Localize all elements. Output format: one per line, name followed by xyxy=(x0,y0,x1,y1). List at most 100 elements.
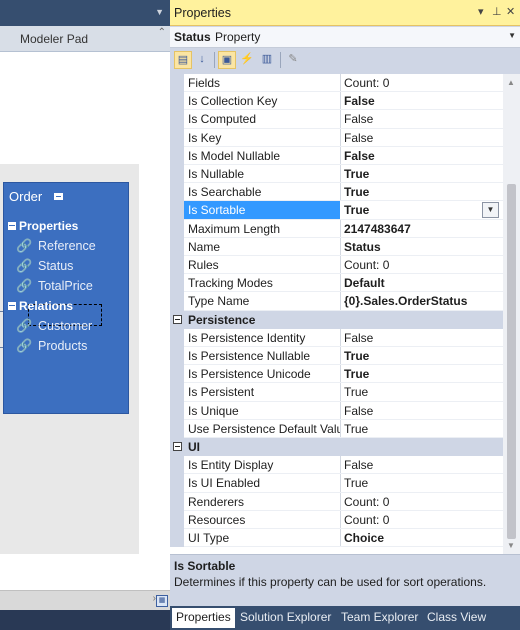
wrench-icon[interactable]: ✎ xyxy=(284,51,302,69)
events-icon[interactable]: ⚡ xyxy=(238,51,256,69)
property-row[interactable]: UI Type Choice xyxy=(170,529,503,548)
category-ui[interactable]: UI xyxy=(170,438,503,457)
property-row[interactable]: Is Nullable True xyxy=(170,165,503,184)
design-canvas[interactable]: Order Properties 🔗 Reference 🔗 Status 🔗 Tot… xyxy=(0,52,170,590)
entity-item-totalprice[interactable]: 🔗 TotalPrice xyxy=(16,278,93,293)
entity-item-products[interactable]: 🔗 Products xyxy=(16,338,87,353)
property-value[interactable]: Status xyxy=(344,240,381,254)
alphabetical-icon[interactable]: ↓ xyxy=(193,51,211,69)
entity-item-status[interactable]: 🔗 Status xyxy=(16,258,73,273)
tab-modeler-pad[interactable]: Modeler Pad xyxy=(20,32,88,46)
categorized-icon[interactable]: ▤ xyxy=(174,51,192,69)
property-name: Is Persistence Identity xyxy=(188,330,306,345)
property-row[interactable]: Is Entity Display False xyxy=(170,456,503,475)
property-value[interactable]: True xyxy=(344,476,368,490)
close-icon[interactable]: ✕ xyxy=(506,5,515,18)
item-label: TotalPrice xyxy=(38,279,93,293)
property-row[interactable]: Fields Count: 0 xyxy=(170,74,503,93)
property-row[interactable]: Rules Count: 0 xyxy=(170,256,503,275)
property-name: Name xyxy=(188,239,221,254)
property-row[interactable]: Is Persistence Identity False xyxy=(170,328,503,347)
property-name: Is Computed xyxy=(188,112,257,127)
property-row-selected[interactable]: Is Sortable True ▼ xyxy=(170,201,503,220)
scroll-down-icon[interactable]: ▼ xyxy=(507,541,515,550)
property-value[interactable]: Default xyxy=(344,276,385,290)
collapse-icon[interactable] xyxy=(54,193,63,200)
property-grid[interactable]: Fields Count: 0 Is Collection Key False Is… xyxy=(170,74,503,554)
window-menu-icon[interactable]: ▾ xyxy=(478,5,484,18)
scroll-up-icon[interactable]: ▲ xyxy=(507,78,515,87)
property-row[interactable]: Is Persistence Unicode True xyxy=(170,365,503,384)
property-value[interactable]: True xyxy=(344,385,368,399)
property-row[interactable]: Is Persistent True xyxy=(170,383,503,402)
property-value[interactable]: False xyxy=(344,149,375,163)
object-name: Status xyxy=(174,30,211,44)
vertical-scrollbar[interactable]: ▲ ▼ xyxy=(503,74,520,554)
property-value[interactable]: True xyxy=(344,422,368,436)
scroll-up-icon[interactable]: ⌃ xyxy=(158,27,166,38)
pin-icon[interactable]: ⊥ xyxy=(492,5,502,18)
property-row[interactable]: Use Persistence Default Value True xyxy=(170,419,503,438)
tab-properties[interactable]: Properties xyxy=(172,608,235,628)
entity-section-relations[interactable]: Relations xyxy=(8,299,73,313)
tab-team-explorer[interactable]: Team Explorer xyxy=(337,608,422,628)
property-value[interactable]: False xyxy=(344,404,373,418)
item-label: Customer xyxy=(38,319,93,333)
value-dropdown-button[interactable]: ▼ xyxy=(482,202,499,219)
property-value[interactable]: False xyxy=(344,112,373,126)
property-row[interactable]: Type Name {0}.Sales.OrderStatus xyxy=(170,292,503,311)
property-value[interactable]: Count: 0 xyxy=(344,495,389,509)
section-label: Relations xyxy=(19,299,74,313)
property-row[interactable]: Tracking Modes Default xyxy=(170,274,503,293)
properties-view-icon[interactable]: ▣ xyxy=(218,51,236,69)
property-value[interactable]: True xyxy=(344,203,369,217)
property-name: Tracking Modes xyxy=(188,276,273,291)
property-row[interactable]: Resources Count: 0 xyxy=(170,510,503,529)
property-row[interactable]: Is Key False xyxy=(170,128,503,147)
property-pages-icon[interactable]: ▥ xyxy=(258,51,276,69)
entity-item-customer[interactable]: 🔗 Customer xyxy=(16,318,93,333)
property-value[interactable]: False xyxy=(344,131,373,145)
property-row[interactable]: Renderers Count: 0 xyxy=(170,492,503,511)
property-row[interactable]: Is Model Nullable False xyxy=(170,146,503,165)
tool-window-tabs: Properties Solution Explorer Team Explor… xyxy=(170,606,520,630)
relation-icon: 🔗 xyxy=(16,338,33,353)
property-row[interactable]: Is Computed False xyxy=(170,110,503,129)
property-value[interactable]: False xyxy=(344,458,373,472)
property-row[interactable]: Is Searchable True xyxy=(170,183,503,202)
object-selector[interactable]: Status Property ▼ xyxy=(170,27,520,48)
property-row[interactable]: Is Collection Key False xyxy=(170,92,503,111)
entity-shape-order[interactable]: Order Properties 🔗 Reference 🔗 Status 🔗 Tot… xyxy=(3,182,129,414)
entity-section-properties[interactable]: Properties xyxy=(8,219,78,233)
horizontal-scrollbar[interactable]: › ▦ xyxy=(0,590,170,610)
property-value[interactable]: True xyxy=(344,185,369,199)
scroll-thumb[interactable] xyxy=(507,184,516,539)
collapse-icon[interactable] xyxy=(8,302,16,310)
tab-solution-explorer[interactable]: Solution Explorer xyxy=(236,608,335,628)
property-value[interactable]: True xyxy=(344,167,369,181)
property-value[interactable]: Count: 0 xyxy=(344,258,389,272)
chevron-down-icon[interactable]: ▼ xyxy=(508,31,516,40)
property-row[interactable]: Is UI Enabled True xyxy=(170,474,503,493)
chevron-down-icon[interactable]: ▼ xyxy=(155,7,164,17)
collapse-icon[interactable] xyxy=(173,314,182,324)
tab-class-view[interactable]: Class View xyxy=(423,608,490,628)
property-value[interactable]: 2147483647 xyxy=(344,222,411,236)
property-value[interactable]: Count: 0 xyxy=(344,76,389,90)
collapse-icon[interactable] xyxy=(173,442,182,451)
property-value[interactable]: Choice xyxy=(344,531,384,545)
property-value[interactable]: False xyxy=(344,331,373,345)
property-row[interactable]: Maximum Length 2147483647 xyxy=(170,219,503,238)
property-value[interactable]: True xyxy=(344,367,369,381)
zoom-grid-icon[interactable]: ▦ xyxy=(156,595,168,607)
property-row[interactable]: Name Status xyxy=(170,237,503,256)
property-row[interactable]: Is Unique False xyxy=(170,401,503,420)
category-persistence[interactable]: Persistence xyxy=(170,310,503,329)
entity-item-reference[interactable]: 🔗 Reference xyxy=(16,238,96,253)
property-value[interactable]: Count: 0 xyxy=(344,513,389,527)
collapse-icon[interactable] xyxy=(8,222,16,230)
property-value[interactable]: False xyxy=(344,94,375,108)
property-row[interactable]: Is Persistence Nullable True xyxy=(170,347,503,366)
property-value[interactable]: True xyxy=(344,349,369,363)
property-value[interactable]: {0}.Sales.OrderStatus xyxy=(344,294,467,308)
